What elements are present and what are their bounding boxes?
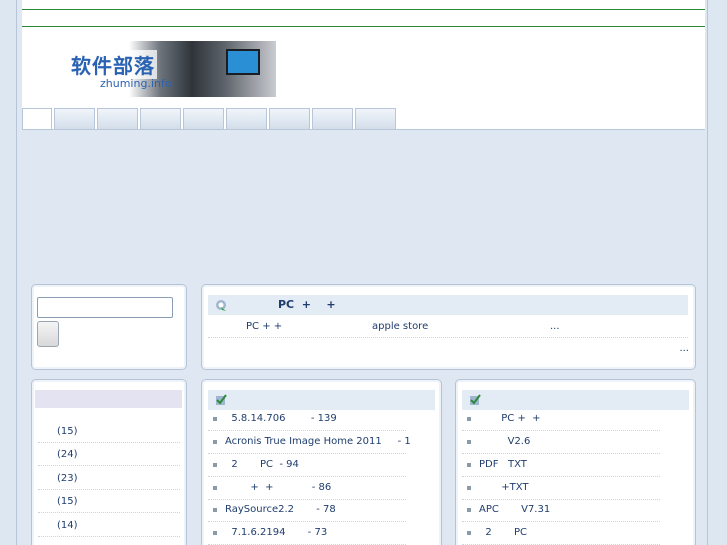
search-panel bbox=[31, 284, 187, 370]
latest-panel: PC + + V2.6 PDF TXT +TXT APC V7.31 2 PC bbox=[455, 379, 696, 545]
search-input[interactable] bbox=[37, 297, 173, 318]
bullet-icon bbox=[213, 417, 217, 421]
site-logo[interactable]: 软件部落 zhuming.info bbox=[66, 41, 276, 97]
logo-title: 软件部落 bbox=[69, 50, 157, 79]
page-container: 软件部落 zhuming.info PC + + PC + + apple st… bbox=[16, 0, 708, 545]
notice-text-1: PC + + bbox=[246, 321, 283, 332]
list-item-label: 7.1.6.2194 - 73 bbox=[225, 527, 328, 538]
category-item[interactable]: (15) bbox=[38, 490, 180, 513]
list-item[interactable]: V2.6 bbox=[462, 431, 660, 454]
nav-tab-1[interactable] bbox=[22, 108, 52, 129]
bullet-icon bbox=[213, 486, 217, 490]
category-item[interactable]: (14) bbox=[38, 514, 180, 537]
monitor-icon bbox=[226, 49, 260, 75]
list-item[interactable]: APC V7.31 bbox=[462, 499, 660, 522]
bullet-icon bbox=[213, 440, 217, 444]
category-item[interactable]: (15) bbox=[38, 420, 180, 443]
top-divider bbox=[22, 9, 705, 10]
search-button[interactable] bbox=[37, 321, 59, 347]
popular-panel: 5.8.14.706 - 139 Acronis True Image Home… bbox=[201, 379, 442, 545]
category-count: (23) bbox=[57, 473, 78, 484]
list-item-label: + + - 86 bbox=[225, 482, 332, 493]
bullet-icon bbox=[467, 417, 471, 421]
list-item-label: PC + + bbox=[479, 413, 541, 424]
category-count: (24) bbox=[57, 449, 78, 460]
list-item-label: 2 PC bbox=[479, 527, 527, 538]
nav-tab-7[interactable] bbox=[269, 108, 310, 129]
nav-tab-9[interactable] bbox=[355, 108, 396, 129]
bullet-icon bbox=[213, 508, 217, 512]
list-item-label: PDF TXT bbox=[479, 459, 527, 470]
bullet-icon bbox=[467, 463, 471, 467]
nav-tab-6[interactable] bbox=[226, 108, 267, 129]
notice-text-2: apple store bbox=[372, 321, 429, 332]
notice-more-link[interactable]: ... bbox=[679, 343, 689, 354]
list-item-label: V2.6 bbox=[479, 436, 531, 447]
list-item[interactable]: Acronis True Image Home 2011 - 1 bbox=[208, 431, 411, 454]
latest-icon bbox=[470, 394, 481, 405]
list-item-label: APC V7.31 bbox=[479, 504, 551, 515]
bullet-icon bbox=[467, 486, 471, 490]
nav-tab-8[interactable] bbox=[312, 108, 353, 129]
nav-tab-2[interactable] bbox=[54, 108, 95, 129]
latest-header bbox=[462, 390, 689, 410]
category-header bbox=[35, 390, 182, 408]
bullet-icon bbox=[213, 463, 217, 467]
top-bar bbox=[22, 0, 705, 27]
list-item[interactable]: 2 PC bbox=[462, 522, 660, 545]
notice-panel: PC + + PC + + apple store ... ... bbox=[201, 284, 696, 370]
notice-text-3: ... bbox=[550, 321, 560, 332]
list-item-label: 5.8.14.706 - 139 bbox=[225, 413, 337, 424]
list-item-label: 2 PC - 94 bbox=[225, 459, 299, 470]
category-count: (15) bbox=[57, 426, 78, 437]
category-count: (15) bbox=[57, 496, 78, 507]
notice-header: PC + + bbox=[208, 295, 688, 315]
bullet-icon bbox=[467, 508, 471, 512]
notice-line[interactable]: PC + + apple store ... bbox=[208, 321, 688, 338]
nav-tab-4[interactable] bbox=[140, 108, 181, 129]
list-item[interactable]: RaySource2.2 - 78 bbox=[208, 499, 406, 522]
list-item-label: +TXT bbox=[479, 482, 529, 493]
list-item[interactable]: PC + + bbox=[462, 408, 660, 431]
list-item[interactable]: + + - 86 bbox=[208, 477, 406, 500]
popular-icon bbox=[216, 394, 227, 405]
list-item[interactable]: 5.8.14.706 - 139 bbox=[208, 408, 406, 431]
category-item[interactable]: (23) bbox=[38, 467, 180, 490]
popular-header bbox=[208, 390, 435, 410]
category-panel: (15) (24) (23) (15) (14) bbox=[31, 379, 187, 545]
bullet-icon bbox=[467, 531, 471, 535]
list-item[interactable]: +TXT bbox=[462, 477, 660, 500]
category-item[interactable]: (24) bbox=[38, 443, 180, 466]
list-item-label: RaySource2.2 - 78 bbox=[225, 504, 336, 515]
notice-title[interactable]: PC + + bbox=[278, 298, 336, 311]
list-item[interactable]: 2 PC - 94 bbox=[208, 454, 406, 477]
bullet-icon bbox=[467, 440, 471, 444]
nav-tab-5[interactable] bbox=[183, 108, 224, 129]
logo-subtitle: zhuming.info bbox=[100, 77, 172, 90]
main-nav bbox=[22, 108, 398, 130]
list-item-label: Acronis True Image Home 2011 - 1 bbox=[225, 436, 411, 447]
announcement-icon bbox=[216, 300, 226, 311]
nav-underline bbox=[22, 129, 705, 130]
list-item[interactable]: PDF TXT bbox=[462, 454, 660, 477]
nav-tab-3[interactable] bbox=[97, 108, 138, 129]
list-item[interactable]: 7.1.6.2194 - 73 bbox=[208, 522, 406, 545]
category-count: (14) bbox=[57, 520, 78, 531]
bullet-icon bbox=[213, 531, 217, 535]
